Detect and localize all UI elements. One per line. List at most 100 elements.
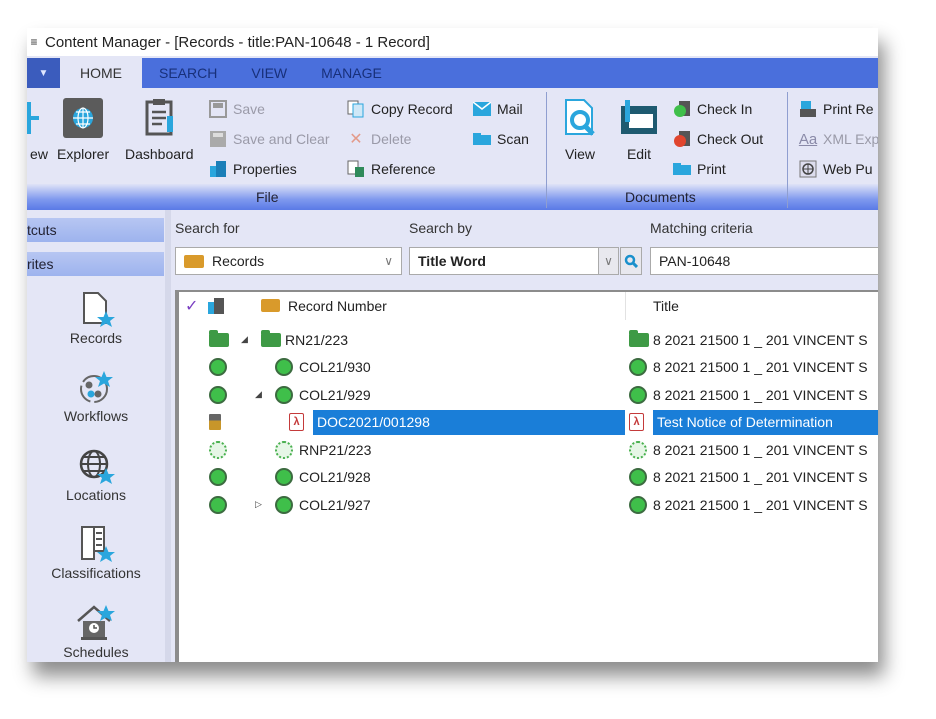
title-cell[interactable]: 8 2021 21500 1 _ 201 VINCENT S [653, 355, 868, 380]
record-number-cell[interactable]: COL21/929 [299, 382, 371, 407]
title-cell[interactable]: 8 2021 21500 1 _ 201 VINCENT S [653, 465, 868, 490]
search-by-label: Search by [409, 220, 473, 236]
record-number-column-header[interactable]: Record Number [261, 292, 387, 319]
checkmark-column-icon[interactable]: ✓ [185, 292, 198, 319]
search-for-dropdown[interactable]: Records ∨ [175, 247, 402, 275]
type-status-dot-icon [209, 358, 227, 376]
search-by-lookup-button[interactable] [620, 247, 642, 275]
chevron-down-icon: ∨ [604, 254, 613, 268]
dashboard-button[interactable]: Dashboard [125, 98, 194, 162]
title-cell[interactable]: 8 2021 21500 1 _ 201 VINCENT S [653, 382, 868, 407]
quick-access-menu-icon[interactable]: ≡ [27, 35, 41, 49]
table-row[interactable]: RNP21/223 8 2021 21500 1 _ 201 VINCENT S [179, 436, 878, 463]
save-clear-icon [209, 130, 227, 148]
sidebar-item-schedules[interactable]: Schedules [27, 602, 165, 660]
record-number-cell[interactable]: DOC2021/001298 [313, 409, 625, 435]
record-number-cell[interactable]: COL21/927 [299, 492, 371, 517]
mail-button[interactable]: Mail [473, 98, 523, 120]
record-number-cell[interactable]: COL21/928 [299, 465, 371, 490]
check-out-button[interactable]: Check Out [673, 128, 763, 150]
documents-group-label: Documents [625, 189, 696, 205]
record-number-cell[interactable]: RNP21/223 [299, 437, 371, 462]
type-green-folder-icon [209, 329, 229, 347]
save-and-clear-button[interactable]: Save and Clear [209, 128, 330, 150]
title-bar: ≡ Content Manager - [Records - title:PAN… [27, 28, 878, 56]
title-cell[interactable]: 8 2021 21500 1 _ 201 VINCENT S [653, 492, 868, 517]
search-for-label: Search for [175, 220, 240, 236]
title-cell[interactable]: 8 2021 21500 1 _ 201 VINCENT S [653, 327, 868, 352]
app-menu-button[interactable]: ▼ [27, 58, 60, 88]
tab-manage[interactable]: MANAGE [304, 58, 399, 88]
favorites-header[interactable]: rites [27, 252, 164, 276]
title-cell[interactable]: Test Notice of Determination [653, 409, 878, 435]
xml-export-button[interactable]: Aa XML Exp [799, 128, 878, 150]
print-report-button[interactable]: Print Re [799, 98, 874, 120]
matching-criteria-label: Matching criteria [650, 220, 753, 236]
edit-button[interactable]: Edit [619, 98, 659, 162]
check-out-icon [673, 130, 691, 148]
record-type-column-icon[interactable] [207, 292, 225, 319]
ribbon-separator [546, 92, 547, 208]
sidebar-item-records[interactable]: Records [27, 288, 165, 346]
new-button[interactable]: ew [27, 98, 59, 162]
scan-icon [473, 130, 491, 148]
save-icon [209, 100, 227, 118]
web-publish-button[interactable]: Web Pu [799, 158, 873, 180]
tree-expander-icon[interactable]: ◢ [241, 326, 253, 353]
sidebar-item-locations[interactable]: Locations [27, 445, 165, 503]
schedules-star-icon [74, 602, 118, 644]
column-separator[interactable] [625, 292, 626, 320]
view-magnifier-icon [560, 98, 600, 138]
record-number-cell[interactable]: RN21/223 [285, 327, 348, 352]
sidebar-item-classifications[interactable]: Classifications [27, 523, 165, 581]
copy-record-button[interactable]: Copy Record [347, 98, 453, 120]
table-row[interactable]: COL21/930 8 2021 21500 1 _ 201 VINCENT S [179, 354, 878, 381]
search-by-dropdown[interactable]: Title Word [409, 247, 599, 275]
ribbon-tabs: ▼ HOME SEARCH VIEW MANAGE [27, 58, 878, 88]
main-panel: Search for Search by Matching criteria R… [171, 210, 878, 662]
record-number-cell[interactable]: COL21/930 [299, 355, 371, 380]
tab-search[interactable]: SEARCH [142, 58, 234, 88]
type-status-dot-icon [209, 468, 227, 486]
tree-expander-icon[interactable]: ◢ [255, 381, 267, 408]
grid-header: ✓ Record Number Title [179, 292, 878, 320]
document-type-icon [209, 414, 221, 430]
tree-expander-icon[interactable]: ▷ [255, 491, 267, 518]
shortcuts-header[interactable]: tcuts [27, 218, 164, 242]
print-button[interactable]: Print [673, 158, 726, 180]
sidebar-item-workflows[interactable]: Workflows [27, 366, 165, 424]
type-status-dot-icon [209, 495, 227, 514]
table-row[interactable]: ◢ RN21/223 8 2021 21500 1 _ 201 VINCENT S [179, 326, 878, 353]
table-row[interactable]: ▷ COL21/927 8 2021 21500 1 _ 201 VINCENT S [179, 491, 878, 518]
delete-button[interactable]: ✕ Delete [347, 128, 411, 150]
new-label: ew [30, 146, 48, 162]
type-status-dot-icon [209, 385, 227, 404]
title-pdf-icon: λ [629, 413, 644, 431]
search-by-chevron[interactable]: ∨ [599, 247, 619, 275]
scan-button[interactable]: Scan [473, 128, 529, 150]
view-button[interactable]: View [560, 98, 600, 162]
matching-criteria-input[interactable]: PAN-10648 [650, 247, 878, 275]
web-publish-icon [799, 160, 817, 178]
explorer-label: Explorer [57, 146, 110, 162]
mail-icon [473, 100, 491, 118]
properties-button[interactable]: Properties [209, 158, 297, 180]
title-column-header[interactable]: Title [653, 292, 679, 319]
save-button[interactable]: Save [209, 98, 265, 120]
table-row[interactable]: COL21/928 8 2021 21500 1 _ 201 VINCENT S [179, 464, 878, 491]
table-row[interactable]: λ DOC2021/001298 λ Test Notice of Determina… [179, 409, 878, 436]
explorer-button[interactable]: Explorer [57, 98, 109, 162]
records-star-icon [74, 288, 118, 330]
table-row[interactable]: ◢ COL21/929 8 2021 21500 1 _ 201 VINCENT S [179, 381, 878, 408]
check-in-button[interactable]: Check In [673, 98, 752, 120]
tab-home[interactable]: HOME [60, 58, 142, 88]
window-title: Content Manager - [Records - title:PAN-1… [45, 33, 430, 51]
edit-folder-icon [619, 98, 659, 138]
row-status-dot-icon [275, 468, 293, 486]
reference-button[interactable]: Reference [347, 158, 436, 180]
workflows-star-icon [74, 366, 118, 408]
row-status-dot-icon [275, 358, 293, 376]
tab-view[interactable]: VIEW [234, 58, 304, 88]
file-group-label: File [256, 189, 279, 205]
title-cell[interactable]: 8 2021 21500 1 _ 201 VINCENT S [653, 437, 868, 462]
